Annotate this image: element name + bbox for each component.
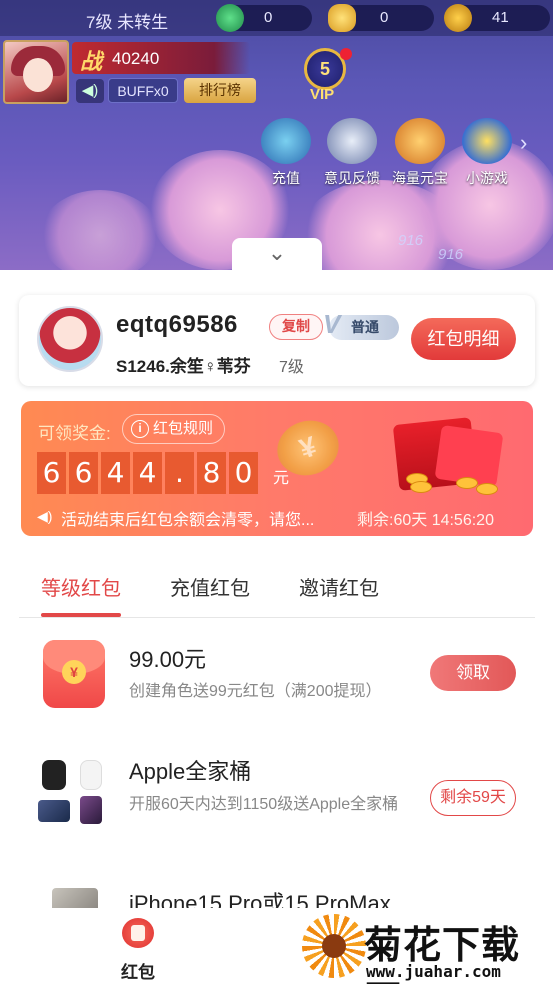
red-envelope-icon: ¥ (43, 640, 105, 708)
gold-ingot-resource[interactable]: 0 (328, 4, 434, 32)
game-avatar[interactable] (3, 40, 69, 104)
scene-number: 916 (438, 246, 464, 263)
prize-label: 可领奖金: (38, 424, 111, 443)
tab-indicator (41, 613, 121, 617)
blossom-decoration (40, 190, 160, 270)
combat-power: 战 40240 (72, 42, 250, 74)
list-item: iPhone15 Pro或15 ProMax (0, 880, 553, 910)
red-packet-tabs: 等级红包 充值红包 邀请红包 (19, 558, 535, 618)
info-icon: i (131, 420, 149, 438)
amount-unit: 元 (273, 470, 290, 487)
coin-resource[interactable]: 41 (444, 4, 550, 32)
prize-amount: 6 6 4 4 . 8 0 (37, 452, 261, 494)
combat-power-char: 战 (80, 49, 103, 74)
remaining-days-button[interactable]: 剩余59天 (430, 780, 516, 816)
tab-recharge[interactable]: 充值红包 (170, 572, 250, 601)
jade-resource[interactable]: 0 (216, 4, 312, 32)
item-description: 开服60天内达到1150级送Apple全家桶 (129, 796, 399, 813)
leaderboard-button[interactable]: 排行榜 (184, 78, 256, 103)
user-card: eqtq69586 复制 V 普通 S1246.余笙♀苇芬 7级 红包明细 (19, 295, 535, 386)
tab-invite[interactable]: 邀请红包 (299, 572, 379, 601)
item-title: iPhone15 Pro或15 ProMax (129, 891, 391, 910)
notice-text: 活动结束后红包余额会清零，请您... (61, 512, 315, 529)
collapse-handle[interactable]: ⌄ (232, 238, 322, 270)
username: eqtq69586 (116, 311, 238, 338)
list-item: Apple全家桶 开服60天内达到1150级送Apple全家桶 剩余59天 (0, 748, 553, 858)
nav-label: 红包 (121, 963, 155, 982)
apple-products-icon (38, 756, 108, 826)
red-envelope-icon (392, 413, 506, 497)
game-scene: 916 916 7级 未转生 0 0 41 战 40240 ◀) BUFFx0 … (0, 0, 553, 270)
chevron-right-icon[interactable]: › (520, 130, 527, 156)
buff-button[interactable]: BUFFx0 (108, 78, 178, 103)
vip-label: VIP (310, 86, 335, 103)
rules-button[interactable]: i 红包规则 (122, 414, 225, 444)
user-level: 7级 (279, 359, 304, 376)
watermark-url: www.juahar.com (366, 962, 501, 981)
countdown: 剩余:60天 14:56:20 (357, 512, 494, 529)
server-name: S1246.余笙♀苇芬 (116, 357, 251, 376)
red-packet-icon (122, 918, 154, 948)
feedback-shortcut[interactable]: 意见反馈 (320, 118, 384, 188)
gold-ingot-icon (328, 4, 356, 32)
minigame-shortcut[interactable]: 小游戏 (455, 118, 519, 188)
jade-icon (216, 4, 244, 32)
list-item: ¥ 99.00元 创建角色送99元红包（满200提现） 领取 (0, 635, 553, 735)
feedback-icon (327, 118, 377, 164)
item-title: 99.00元 (129, 647, 207, 672)
item-title: Apple全家桶 (129, 759, 252, 784)
treasure-shortcut[interactable]: 海量元宝 (388, 118, 452, 188)
prize-banner: 可领奖金: i 红包规则 ¥ 6 6 4 4 . 8 0 元 ◀) 活动结束后红… (21, 401, 533, 536)
level-status: 7级 未转生 (86, 13, 169, 32)
sound-icon[interactable]: ◀) (76, 79, 104, 103)
speaker-icon: ◀) (37, 508, 53, 524)
phone-icon (52, 888, 98, 910)
chevron-down-icon: ⌄ (267, 240, 287, 265)
claim-button[interactable]: 领取 (430, 655, 516, 691)
recharge-icon (261, 118, 311, 164)
item-description: 创建角色送99元红包（满200提现） (129, 683, 382, 700)
tier-badge: V 普通 (323, 311, 399, 340)
vip-badge[interactable]: 5 VIP (296, 48, 354, 108)
recharge-shortcut[interactable]: 充值 (254, 118, 318, 188)
notification-dot (340, 48, 352, 60)
coin-icon (444, 4, 472, 32)
watermark: 菊花下载网 www.juahar.com (300, 912, 553, 984)
red-packet-detail-button[interactable]: 红包明细 (411, 318, 516, 360)
scene-number: 916 (398, 232, 424, 249)
tier-v-icon: V (323, 309, 341, 339)
chrysanthemum-logo-icon (302, 914, 366, 978)
minigame-icon (462, 118, 512, 164)
combat-power-value: 40240 (112, 49, 160, 68)
treasure-icon (395, 118, 445, 164)
nav-red-packet[interactable]: 红包 (100, 908, 180, 984)
red-packet-panel: eqtq69586 复制 V 普通 S1246.余笙♀苇芬 7级 红包明细 可领… (0, 270, 553, 984)
top-status-bar: 7级 未转生 0 0 41 (0, 0, 553, 36)
copy-button[interactable]: 复制 (269, 314, 323, 340)
tier-label: 普通 (351, 319, 379, 335)
tab-level[interactable]: 等级红包 (41, 572, 121, 601)
avatar (37, 306, 103, 372)
